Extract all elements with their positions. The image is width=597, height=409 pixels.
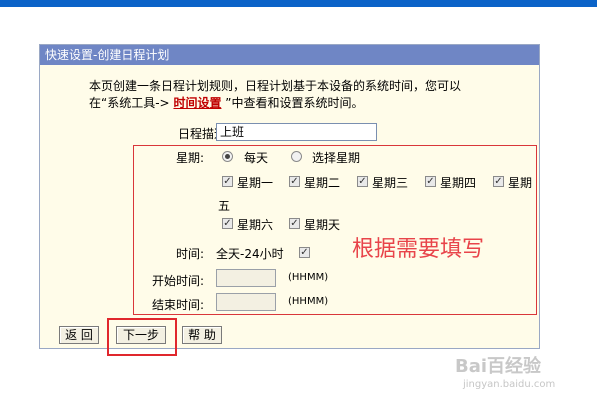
day-label-fri: 星期 xyxy=(508,176,533,190)
every-day-label: 每天 xyxy=(244,151,269,165)
select-week-label: 选择星期 xyxy=(312,151,361,165)
day-label-sun: 星期天 xyxy=(304,218,341,232)
intro-text-line2: 在“系统工具-> 时间设置 ”中查看和设置系统时间。 xyxy=(89,96,364,110)
schedule-desc-input[interactable]: 上班 xyxy=(216,123,377,141)
day-label-sat: 星期六 xyxy=(237,218,274,232)
intro-suffix: ”中查看和设置系统时间。 xyxy=(225,96,364,110)
day-label-thu: 星期四 xyxy=(440,176,477,190)
all-day-label: 全天-24小时 xyxy=(216,247,284,261)
day-label-fri-wrap: 五 xyxy=(218,199,231,213)
start-time-label: 开始时间: xyxy=(152,274,205,288)
top-blue-bar xyxy=(0,0,597,7)
intro-prefix: 在“系统工具-> xyxy=(89,96,170,110)
fill-as-needed-annotation: 根据需要填写 xyxy=(352,237,485,262)
help-button[interactable]: 帮 助 xyxy=(182,326,222,344)
watermark-main: Bai百经验 xyxy=(455,356,542,377)
day-label-wed: 星期三 xyxy=(372,176,409,190)
intro-text-line1: 本页创建一条日程计划规则，日程计划基于本设备的系统时间，您可以 xyxy=(89,79,462,93)
end-time-input[interactable] xyxy=(216,293,276,311)
day-label-tue: 星期二 xyxy=(304,176,341,190)
day-checkbox-thu[interactable]: ✓ xyxy=(425,176,436,187)
day-checkbox-sat[interactable]: ✓ xyxy=(222,218,233,229)
next-button[interactable]: 下一步 xyxy=(116,326,166,344)
watermark-sub: jingyan.baidu.com xyxy=(463,379,556,390)
day-checkbox-fri[interactable]: ✓ xyxy=(493,176,504,187)
start-time-input[interactable] xyxy=(216,269,276,287)
end-time-format: (HHMM) xyxy=(288,296,329,307)
all-day-checkbox[interactable]: ✓ xyxy=(299,247,310,258)
time-label: 时间: xyxy=(176,247,205,261)
every-day-radio[interactable] xyxy=(222,151,233,162)
day-checkbox-sun[interactable]: ✓ xyxy=(289,218,300,229)
time-settings-link[interactable]: 时间设置 xyxy=(173,96,221,110)
day-checkbox-tue[interactable]: ✓ xyxy=(289,176,300,187)
panel-title: 快速设置-创建日程计划 xyxy=(40,45,539,65)
end-time-label: 结束时间: xyxy=(152,298,205,312)
start-time-format: (HHMM) xyxy=(288,272,329,283)
baidu-watermark: Bai百经验 jingyan.baidu.com xyxy=(455,352,555,390)
week-label: 星期: xyxy=(176,151,205,165)
select-week-radio[interactable] xyxy=(291,151,302,162)
back-button[interactable]: 返 回 xyxy=(59,326,99,344)
day-checkbox-wed[interactable]: ✓ xyxy=(357,176,368,187)
day-checkbox-mon[interactable]: ✓ xyxy=(222,176,233,187)
day-label-mon: 星期一 xyxy=(237,176,274,190)
